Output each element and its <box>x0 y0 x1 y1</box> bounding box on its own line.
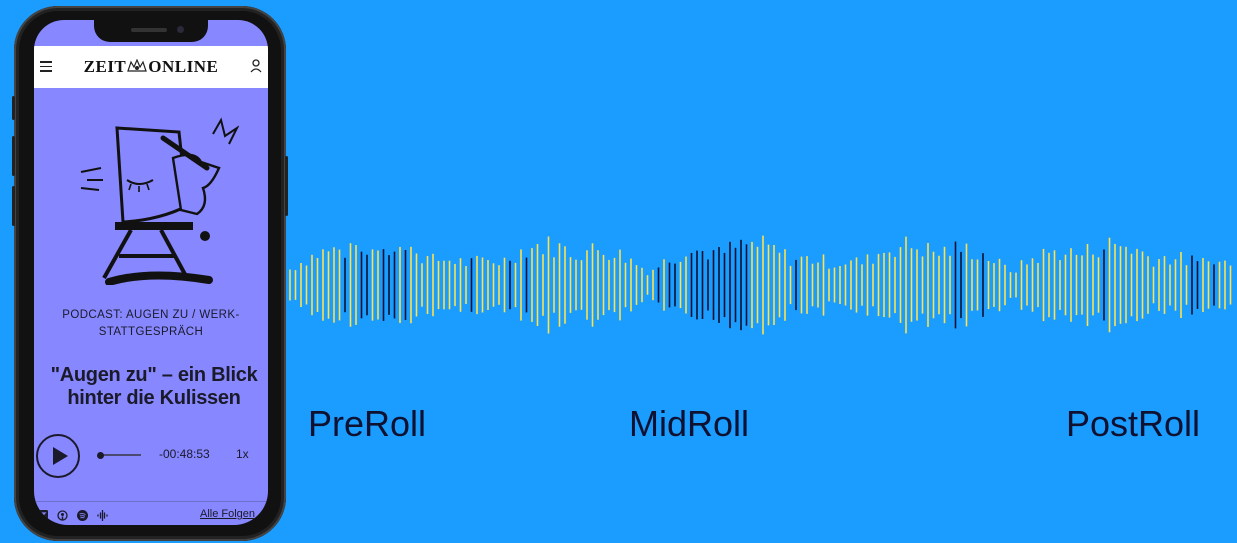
user-account-icon[interactable] <box>250 58 262 74</box>
phone-mockup: ZEIT ONLINE PODCAST: AUGEN ZU / WERK- ST… <box>12 6 288 541</box>
phone-screen: ZEIT ONLINE PODCAST: AUGEN ZU / WERK- ST… <box>34 20 268 525</box>
play-button[interactable] <box>36 434 80 478</box>
progress-knob[interactable] <box>97 452 104 459</box>
episode-title[interactable]: "Augen zu" – ein Blick hinter die Kuliss… <box>34 364 268 410</box>
postroll-label: PostRoll <box>1066 403 1201 444</box>
google-podcasts-icon[interactable] <box>97 510 108 521</box>
phone-notch <box>94 20 208 42</box>
preroll-label: PreRoll <box>308 403 427 444</box>
progress-slider[interactable] <box>97 452 141 459</box>
podcast-cover-illustration <box>80 117 239 285</box>
playback-speed-button[interactable]: 1x <box>236 447 249 461</box>
footer-divider <box>34 501 268 502</box>
episode-category: PODCAST: AUGEN ZU / WERK- STATTGESPRÄCH <box>34 307 268 341</box>
earpiece-speaker <box>131 28 167 32</box>
silent-switch <box>12 96 15 120</box>
audio-waveform <box>289 235 1232 335</box>
all-episodes-link[interactable]: Alle Folgen <box>200 508 255 520</box>
apple-podcasts-icon[interactable] <box>57 510 68 521</box>
category-line-1: PODCAST: AUGEN ZU / WERK- <box>62 309 240 321</box>
hamburger-menu-icon[interactable] <box>40 61 52 73</box>
logo-text-left: ZEIT <box>83 57 127 76</box>
category-line-2: STATTGESPRÄCH <box>98 326 204 338</box>
zeit-online-logo[interactable]: ZEIT ONLINE <box>76 57 226 77</box>
spotify-icon[interactable] <box>77 510 88 521</box>
play-icon <box>53 447 68 465</box>
progress-track <box>101 454 141 456</box>
app-header: ZEIT ONLINE <box>34 46 268 88</box>
volume-up-button <box>12 136 15 176</box>
eagle-crest-icon <box>127 58 148 72</box>
front-camera <box>177 26 184 33</box>
logo-text-right: ONLINE <box>148 57 219 76</box>
title-line-2: hinter die Kulissen <box>67 387 241 409</box>
zeit-icon[interactable] <box>37 510 48 521</box>
midroll-label: MidRoll <box>629 403 750 444</box>
remaining-time: -00:48:53 <box>159 447 210 461</box>
volume-down-button <box>12 186 15 226</box>
title-line-1: "Augen zu" – ein Blick <box>50 364 258 386</box>
